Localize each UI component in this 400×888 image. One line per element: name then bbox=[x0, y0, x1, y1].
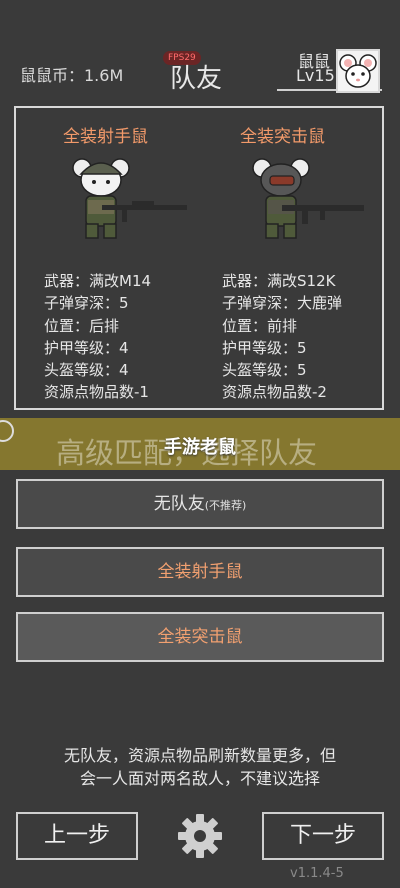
assault-stat-weapon: 武器：满改S12K bbox=[222, 272, 336, 290]
assault-teammate-button[interactable]: 全装突击鼠 bbox=[16, 612, 384, 662]
no-teammate-hint: (不推荐) bbox=[204, 499, 247, 512]
page-title: 队友 bbox=[170, 64, 223, 94]
sniper-stat-helmet: 头盔等级：4 bbox=[44, 361, 129, 380]
assault-card-title: 全装突击鼠 bbox=[240, 127, 325, 147]
coins-balance: 鼠鼠币：1.6M bbox=[20, 66, 124, 85]
sniper-stat-armor: 护甲等级：4 bbox=[44, 338, 129, 357]
assault-stat-resource: 资源点物品数-2 bbox=[222, 383, 327, 402]
assault-stat-penetration: 子弹穿深：大鹿弹 bbox=[222, 294, 343, 313]
next-step-button[interactable]: 下一步 bbox=[262, 812, 384, 860]
assault-mouse-soldier-icon bbox=[252, 158, 364, 239]
description-line-1: 无队友，资源点物品刷新数量更多，但 bbox=[63, 746, 336, 765]
no-teammate-button[interactable]: 无队友(不推荐) bbox=[16, 479, 384, 529]
avatar[interactable] bbox=[336, 49, 380, 93]
assault-stat-helmet: 头盔等级：5 bbox=[222, 361, 307, 380]
option-description: 无队友，资源点物品刷新数量更多，但 会一人面对两名敌人，不建议选择 bbox=[0, 744, 400, 790]
version-label: v1.1.4-5 bbox=[290, 866, 344, 881]
gear-icon[interactable] bbox=[176, 812, 224, 860]
sniper-stat-weapon: 武器：满改M14 bbox=[44, 272, 152, 290]
sniper-mouse-soldier-icon bbox=[72, 158, 187, 239]
sniper-stat-position: 位置：后排 bbox=[44, 316, 120, 335]
mouse-avatar-icon bbox=[339, 54, 377, 88]
assault-stats: 武器：满改S12K 子弹穿深：大鹿弹 位置：前排 护甲等级：5 头盔等级：5 资… bbox=[222, 270, 342, 404]
assault-stat-position: 位置：前排 bbox=[222, 316, 298, 335]
sniper-stats: 武器：满改M14 子弹穿深：5 位置：后排 护甲等级：4 头盔等级：4 资源点物… bbox=[44, 270, 151, 404]
sniper-teammate-button[interactable]: 全装射手鼠 bbox=[16, 547, 384, 597]
no-teammate-label: 无队友 bbox=[153, 494, 205, 514]
sniper-stat-penetration: 子弹穿深：5 bbox=[44, 294, 129, 313]
assault-stat-armor: 护甲等级：5 bbox=[222, 338, 307, 357]
sniper-card-title: 全装射手鼠 bbox=[63, 127, 148, 147]
sniper-stat-resource: 资源点物品数-1 bbox=[44, 383, 149, 402]
banner-title: 手游老鼠 bbox=[164, 437, 236, 458]
description-line-2: 会一人面对两名敌人，不建议选择 bbox=[79, 769, 320, 788]
user-level: Lv15 bbox=[296, 66, 335, 85]
previous-step-button[interactable]: 上一步 bbox=[16, 812, 138, 860]
